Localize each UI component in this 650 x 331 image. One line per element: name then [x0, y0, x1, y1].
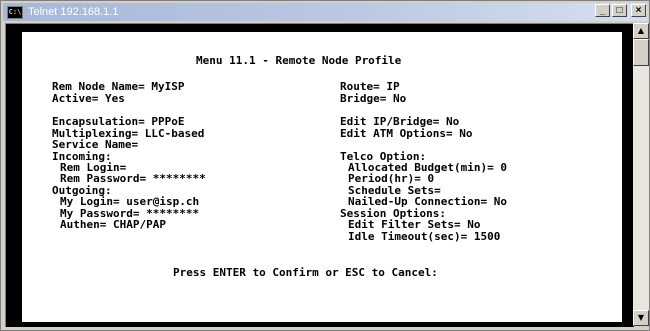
- window-controls: _ □ ×: [595, 4, 646, 17]
- my-login-field: My Login= user@isp.ch: [60, 195, 200, 208]
- active-field: Active= Yes: [52, 92, 125, 105]
- rem-password-field: Rem Password= ********: [60, 172, 206, 185]
- window-title: Telnet 192.168.1.1: [28, 6, 119, 18]
- route-field: Route= IP: [340, 80, 400, 93]
- close-button[interactable]: ×: [631, 4, 646, 17]
- edit-ip-bridge-field: Edit IP/Bridge= No: [340, 115, 460, 128]
- vertical-scrollbar[interactable]: ▲ ▼: [633, 23, 649, 326]
- scroll-down-button[interactable]: ▼: [633, 310, 649, 326]
- terminal-screen[interactable]: Menu 11.1 - Remote Node Profile Rem Node…: [22, 32, 622, 322]
- scroll-thumb[interactable]: [633, 39, 649, 66]
- authen-field: Authen= CHAP/PAP: [60, 218, 166, 231]
- edit-atm-options-field: Edit ATM Options= No: [340, 127, 473, 140]
- confirm-prompt: Press ENTER to Confirm or ESC to Cancel:: [173, 266, 438, 279]
- title-bar[interactable]: C:\ Telnet 192.168.1.1 _ □ ×: [3, 3, 647, 21]
- period-field: Period(hr)= 0: [348, 172, 435, 185]
- terminal-area[interactable]: Menu 11.1 - Remote Node Profile Rem Node…: [5, 23, 634, 327]
- telnet-window: C:\ Telnet 192.168.1.1 _ □ × Menu 11.1 -…: [0, 0, 650, 331]
- maximize-button[interactable]: □: [612, 4, 627, 17]
- service-name-field: Service Name=: [52, 138, 139, 151]
- menu-title: Menu 11.1 - Remote Node Profile: [196, 54, 402, 67]
- minimize-button[interactable]: _: [595, 4, 610, 17]
- idle-timeout-field: Idle Timeout(sec)= 1500: [348, 230, 501, 243]
- edit-filter-sets-field: Edit Filter Sets= No: [348, 218, 481, 231]
- rem-node-name-field: Rem Node Name= MyISP: [52, 80, 185, 93]
- encapsulation-field: Encapsulation= PPPoE: [52, 115, 185, 128]
- scroll-up-button[interactable]: ▲: [633, 23, 649, 39]
- bridge-field: Bridge= No: [340, 92, 407, 105]
- console-app-icon[interactable]: C:\: [7, 5, 23, 19]
- nailed-up-connection-field: Nailed-Up Connection= No: [348, 195, 507, 208]
